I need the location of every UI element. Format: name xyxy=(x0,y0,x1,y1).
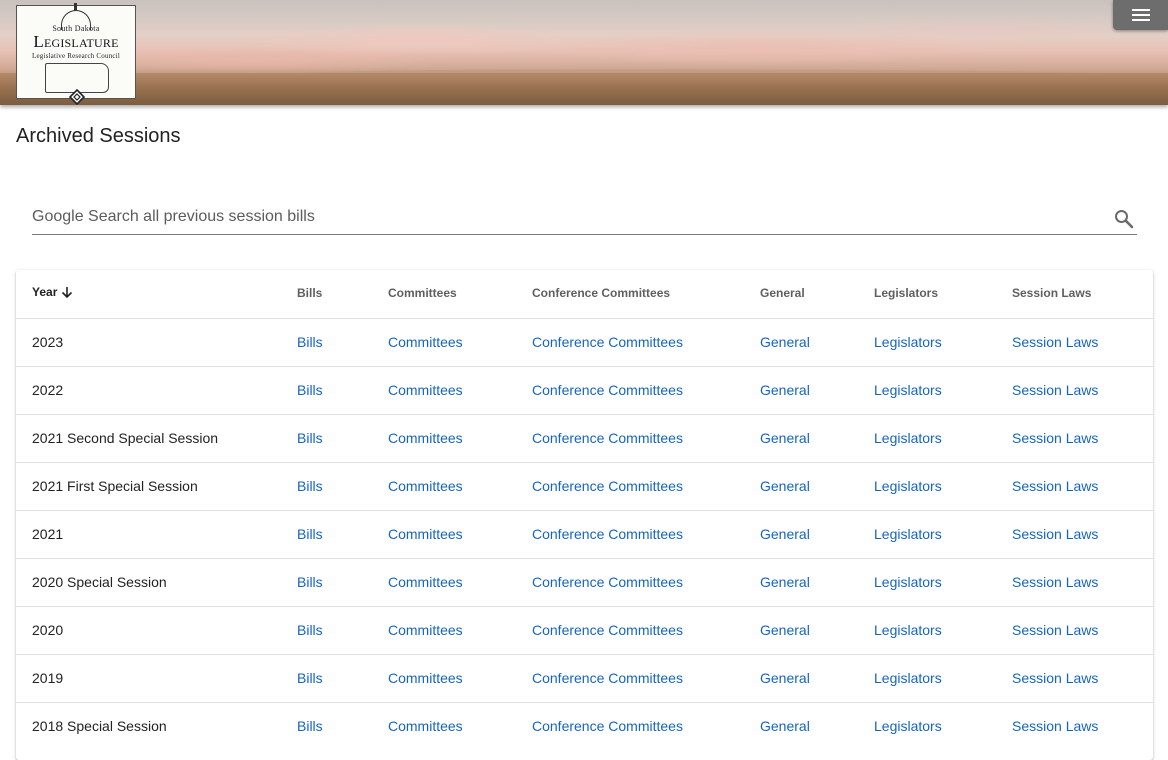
page-title: Archived Sessions xyxy=(16,125,181,147)
legislature-logo[interactable]: South Dakota Legislature Legislative Res… xyxy=(16,3,136,105)
bills-link[interactable]: Bills xyxy=(297,334,323,350)
general-link[interactable]: General xyxy=(760,334,810,350)
general-link[interactable]: General xyxy=(760,526,810,542)
committees-link[interactable]: Committees xyxy=(388,718,463,734)
committees-link[interactable]: Committees xyxy=(388,622,463,638)
legislators-link[interactable]: Legislators xyxy=(874,382,942,398)
table-row: 2021 First Special Session Bills Committ… xyxy=(16,462,1153,510)
session-laws-link[interactable]: Session Laws xyxy=(1012,430,1098,446)
logo-subtitle-text: Legislative Research Council xyxy=(31,52,121,60)
banner-sky xyxy=(0,0,1168,70)
table-row: 2022 Bills Committees Conference Committ… xyxy=(16,366,1153,414)
search-field[interactable] xyxy=(32,204,1137,235)
bills-link[interactable]: Bills xyxy=(297,382,323,398)
conference-committees-link[interactable]: Conference Committees xyxy=(532,622,683,638)
bills-link[interactable]: Bills xyxy=(297,670,323,686)
column-header-session-laws[interactable]: Session Laws xyxy=(1012,269,1153,317)
conference-committees-link[interactable]: Conference Committees xyxy=(532,382,683,398)
session-laws-link[interactable]: Session Laws xyxy=(1012,670,1098,686)
menu-button[interactable] xyxy=(1113,0,1168,30)
committees-link[interactable]: Committees xyxy=(388,478,463,494)
session-laws-link[interactable]: Session Laws xyxy=(1012,334,1098,350)
conference-committees-link[interactable]: Conference Committees xyxy=(532,718,683,734)
general-link[interactable]: General xyxy=(760,574,810,590)
column-header-legislators[interactable]: Legislators xyxy=(874,269,1012,317)
search-icon[interactable] xyxy=(1112,207,1136,231)
session-laws-link[interactable]: Session Laws xyxy=(1012,574,1098,590)
legislators-link[interactable]: Legislators xyxy=(874,526,942,542)
session-year-cell: 2022 xyxy=(32,382,64,398)
session-laws-link[interactable]: Session Laws xyxy=(1012,382,1098,398)
header-banner: South Dakota Legislature Legislative Res… xyxy=(0,0,1168,105)
committees-link[interactable]: Committees xyxy=(388,574,463,590)
committees-link[interactable]: Committees xyxy=(388,430,463,446)
general-link[interactable]: General xyxy=(760,430,810,446)
general-link[interactable]: General xyxy=(760,718,810,734)
legislators-link[interactable]: Legislators xyxy=(874,574,942,590)
session-year-cell: 2021 Second Special Session xyxy=(32,430,219,446)
legislators-link[interactable]: Legislators xyxy=(874,718,942,734)
arrow-down-icon xyxy=(62,287,73,299)
conference-committees-link[interactable]: Conference Committees xyxy=(532,478,683,494)
column-header-label: Year xyxy=(32,285,58,300)
committees-link[interactable]: Committees xyxy=(388,526,463,542)
bills-link[interactable]: Bills xyxy=(297,574,323,590)
logo-title-text: Legislature xyxy=(33,32,119,51)
hamburger-menu-icon xyxy=(1131,9,1150,21)
banner-prairie xyxy=(0,73,1168,105)
session-laws-link[interactable]: Session Laws xyxy=(1012,718,1098,734)
session-laws-link[interactable]: Session Laws xyxy=(1012,478,1098,494)
conference-committees-link[interactable]: Conference Committees xyxy=(532,574,683,590)
session-laws-link[interactable]: Session Laws xyxy=(1012,622,1098,638)
diamond-emblem-icon xyxy=(69,89,85,105)
session-year-cell: 2021 xyxy=(32,526,64,542)
legislators-link[interactable]: Legislators xyxy=(874,430,942,446)
search-input[interactable] xyxy=(32,204,1092,230)
column-header-conference-committees[interactable]: Conference Committees xyxy=(532,269,760,317)
bills-link[interactable]: Bills xyxy=(297,478,323,494)
session-year-cell: 2020 Special Session xyxy=(32,574,167,590)
sessions-table: Year Bills Committees Conference Committ… xyxy=(16,270,1153,750)
bills-link[interactable]: Bills xyxy=(297,718,323,734)
session-year-cell: 2020 xyxy=(32,622,64,638)
bills-link[interactable]: Bills xyxy=(297,526,323,542)
column-header-bills[interactable]: Bills xyxy=(297,269,388,317)
committees-link[interactable]: Committees xyxy=(388,334,463,350)
committees-link[interactable]: Committees xyxy=(388,382,463,398)
general-link[interactable]: General xyxy=(760,670,810,686)
conference-committees-link[interactable]: Conference Committees xyxy=(532,430,683,446)
session-year-cell: 2023 xyxy=(32,334,64,350)
column-header-year[interactable]: Year xyxy=(16,269,297,317)
bills-link[interactable]: Bills xyxy=(297,430,323,446)
conference-committees-link[interactable]: Conference Committees xyxy=(532,526,683,542)
column-header-committees[interactable]: Committees xyxy=(388,269,532,317)
committees-link[interactable]: Committees xyxy=(388,670,463,686)
sessions-table-card: Year Bills Committees Conference Committ… xyxy=(16,270,1153,760)
session-year-cell: 2019 xyxy=(32,670,64,686)
legislators-link[interactable]: Legislators xyxy=(874,622,942,638)
session-laws-link[interactable]: Session Laws xyxy=(1012,526,1098,542)
column-header-general[interactable]: General xyxy=(760,269,874,317)
table-row: 2021 Bills Committees Conference Committ… xyxy=(16,510,1153,558)
general-link[interactable]: General xyxy=(760,382,810,398)
session-year-cell: 2018 Special Session xyxy=(32,718,167,735)
table-row: 2021 Second Special Session Bills Commit… xyxy=(16,414,1153,462)
table-row: 2018 Special Session Bills Committees Co… xyxy=(16,702,1153,750)
legislators-link[interactable]: Legislators xyxy=(874,334,942,350)
table-row: 2019 Bills Committees Conference Committ… xyxy=(16,654,1153,702)
legislators-link[interactable]: Legislators xyxy=(874,478,942,494)
conference-committees-link[interactable]: Conference Committees xyxy=(532,670,683,686)
general-link[interactable]: General xyxy=(760,478,810,494)
table-row: 2020 Bills Committees Conference Committ… xyxy=(16,606,1153,654)
table-row: 2020 Special Session Bills Committees Co… xyxy=(16,558,1153,606)
conference-committees-link[interactable]: Conference Committees xyxy=(532,334,683,350)
table-header-row: Year Bills Committees Conference Committ… xyxy=(16,270,1153,318)
session-year-cell: 2021 First Special Session xyxy=(32,478,198,494)
general-link[interactable]: General xyxy=(760,622,810,638)
bills-link[interactable]: Bills xyxy=(297,622,323,638)
legislators-link[interactable]: Legislators xyxy=(874,670,942,686)
table-row: 2023 Bills Committees Conference Committ… xyxy=(16,318,1153,366)
